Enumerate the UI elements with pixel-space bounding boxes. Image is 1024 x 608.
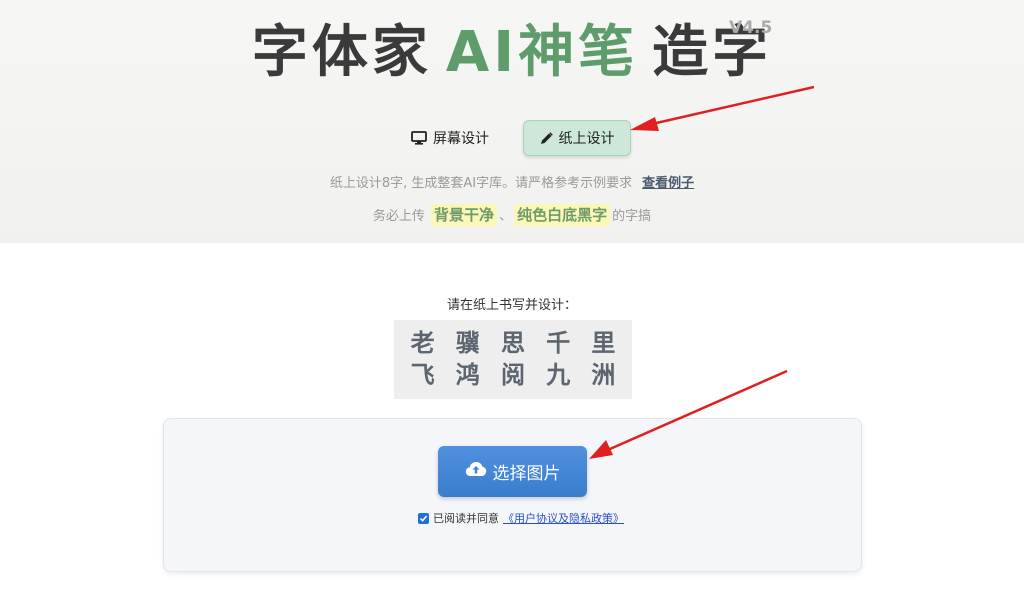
tab-screen-design[interactable]: 屏幕设计 xyxy=(400,120,500,156)
title-part1: 字体家 xyxy=(251,20,432,85)
cloud-upload-icon xyxy=(465,461,487,482)
agreement-text: 已阅读并同意 xyxy=(433,512,499,525)
view-example-link[interactable]: 查看例子 xyxy=(642,176,694,191)
agreement-row: 已阅读并同意 《用户协议及隐私政策》 xyxy=(418,510,624,526)
tab-screen-design-label: 屏幕设计 xyxy=(433,131,489,147)
monitor-icon xyxy=(411,131,427,145)
sample-char: 洲 xyxy=(591,360,616,389)
warning-highlight-clean: 背景干净 xyxy=(431,204,498,226)
title-ai: AI神笔 xyxy=(445,20,639,85)
warning-separator: 、 xyxy=(499,209,513,224)
warning-prefix: 务必上传 xyxy=(372,209,425,224)
version-badge: V4.5 xyxy=(729,18,773,38)
tab-paper-design-label: 纸上设计 xyxy=(558,131,615,147)
description: 纸上设计8字, 生成整套AI字库。请严格参考示例要求 查看例子 xyxy=(0,172,1024,191)
choose-image-label: 选择图片 xyxy=(492,464,561,484)
warning-highlight-black-white: 纯色白底黑字 xyxy=(514,204,611,226)
warning-suffix: 的字搞 xyxy=(612,209,652,224)
upload-warning: 务必上传 背景干净、纯色白底黑字 的字搞 xyxy=(0,204,1024,226)
sample-char: 千 xyxy=(546,329,571,357)
agreement-checkbox[interactable] xyxy=(418,512,429,524)
sample-char: 思 xyxy=(500,329,525,357)
sample-char: 里 xyxy=(591,329,616,357)
user-agreement-link[interactable]: 《用户协议及隐私政策》 xyxy=(503,510,624,526)
choose-image-button[interactable]: 选择图片 xyxy=(438,446,587,497)
sample-char: 老 xyxy=(410,329,435,357)
tab-paper-design[interactable]: 纸上设计 xyxy=(523,120,631,156)
sample-char: 鸿 xyxy=(455,360,480,389)
page-title: 字体家 AI神笔 造字 xyxy=(0,18,1024,88)
description-text: 纸上设计8字, 生成整套AI字库。请严格参考示例要求 xyxy=(329,176,633,191)
write-prompt: 请在纸上书写并设计： xyxy=(446,298,577,313)
pencil-icon xyxy=(540,131,553,145)
sample-char: 飞 xyxy=(410,360,435,389)
sample-char: 阅 xyxy=(500,360,525,389)
sample-char: 骥 xyxy=(455,329,480,357)
sample-characters: 老 骥 思 千 里 飞 鸿 阅 九 洲 xyxy=(394,320,632,399)
sample-char: 九 xyxy=(546,360,571,389)
